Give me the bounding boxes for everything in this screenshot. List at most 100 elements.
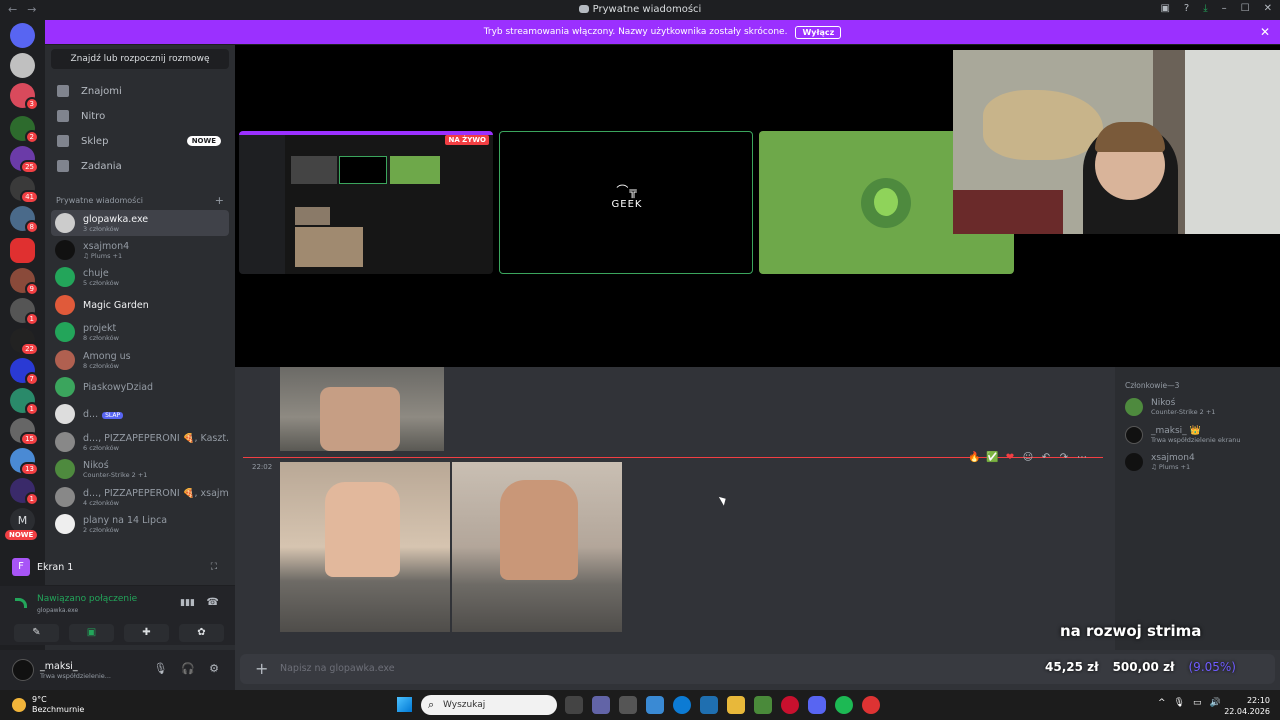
- disable-streamer-mode-button[interactable]: Wyłącz: [795, 25, 842, 39]
- opera-icon[interactable]: [781, 696, 799, 714]
- dm-item[interactable]: Nikoś Counter-Strike 2 +1: [51, 456, 229, 482]
- app-icon[interactable]: [646, 696, 664, 714]
- server-icon[interactable]: 25: [10, 146, 39, 174]
- windows-start-icon[interactable]: [397, 697, 412, 712]
- participant-tile[interactable]: ⌒╦ GEEK: [499, 131, 753, 274]
- soundboard-button[interactable]: ✿: [179, 624, 224, 642]
- discord-icon[interactable]: [808, 696, 826, 714]
- nav-friends[interactable]: Znajomi: [51, 80, 229, 102]
- help-icon[interactable]: ?: [1184, 3, 1189, 14]
- server-icon[interactable]: 41: [10, 176, 39, 204]
- network-icon[interactable]: ▭: [1193, 698, 1202, 708]
- maximize-button[interactable]: ☐: [1241, 3, 1250, 14]
- add-reaction-icon[interactable]: ☺: [1022, 452, 1034, 463]
- voice-status[interactable]: Nawiązano połączenie: [37, 594, 137, 604]
- message-image[interactable]: [280, 367, 444, 451]
- mic-tray-icon[interactable]: 🎙: [1174, 698, 1185, 708]
- camera-off-button[interactable]: ✎: [14, 624, 59, 642]
- activities-button[interactable]: ✚: [124, 624, 169, 642]
- create-dm-icon[interactable]: +: [215, 194, 224, 207]
- server-icon[interactable]: 1: [10, 478, 39, 506]
- task-view-icon[interactable]: [565, 696, 583, 714]
- sound-settings-icon[interactable]: ▮▮▮: [180, 598, 195, 608]
- server-icon[interactable]: 13: [10, 448, 39, 476]
- dm-item[interactable]: PiaskowyDziad: [51, 374, 229, 400]
- close-banner-icon[interactable]: ✕: [1260, 25, 1270, 39]
- dm-sub: 5 członków: [83, 278, 119, 287]
- fire-reaction-icon[interactable]: 🔥: [968, 452, 980, 463]
- screen-share-tile[interactable]: NA ŻYWO: [239, 131, 493, 274]
- app-icon[interactable]: [862, 696, 880, 714]
- heart-reaction-icon[interactable]: ❤: [1004, 452, 1016, 463]
- share-screen-button[interactable]: ▣: [69, 624, 114, 642]
- member-item[interactable]: Nikoś Counter-Strike 2 +1: [1125, 395, 1275, 419]
- dm-sub: 2 członków: [83, 525, 119, 534]
- settings-gear-icon[interactable]: ⚙: [209, 662, 219, 675]
- streamer-mode-banner: Tryb streamowania włączony. Nazwy użytko…: [45, 20, 1280, 44]
- server-icon[interactable]: 9: [10, 268, 39, 296]
- spotify-icon[interactable]: [835, 696, 853, 714]
- message-input[interactable]: Napisz na glopawka.exe: [280, 663, 395, 674]
- member-item[interactable]: xsajmon4 ♫ Plums +1: [1125, 450, 1275, 474]
- outlook-icon[interactable]: [700, 696, 718, 714]
- home-discord-icon[interactable]: [10, 23, 35, 48]
- disconnect-icon[interactable]: ☎: [207, 597, 219, 608]
- teams-icon[interactable]: [592, 696, 610, 714]
- server-icon[interactable]: [10, 238, 35, 263]
- more-icon[interactable]: ⋯: [1076, 452, 1088, 463]
- user-avatar[interactable]: [12, 659, 34, 681]
- minimize-button[interactable]: –: [1222, 3, 1227, 14]
- weather-widget[interactable]: 9°C Bezchmurnie: [12, 695, 84, 715]
- dm-item[interactable]: d... SLAP: [51, 401, 229, 427]
- attach-plus-icon[interactable]: +: [255, 659, 268, 678]
- server-icon[interactable]: 3: [10, 83, 39, 111]
- dm-item[interactable]: d..., PIZZAPEPERONI 🍕, xsajm... 4 członkó…: [51, 484, 229, 510]
- headset-icon[interactable]: 🎧: [181, 662, 195, 675]
- tray-expand-icon[interactable]: ^: [1158, 698, 1166, 708]
- nav-quests[interactable]: Zadania: [51, 155, 229, 177]
- server-icon[interactable]: [10, 53, 35, 78]
- app-icon[interactable]: [619, 696, 637, 714]
- close-window-button[interactable]: ✕: [1264, 3, 1272, 14]
- find-conversation-button[interactable]: Znajdź lub rozpocznij rozmowę: [51, 49, 229, 69]
- unread-badge: 9: [24, 282, 39, 296]
- dm-item[interactable]: xsajmon4 ♫ Plums +1: [51, 237, 229, 263]
- server-icon[interactable]: 2: [10, 116, 39, 144]
- volume-icon[interactable]: 🔊: [1210, 698, 1221, 708]
- dm-item[interactable]: d..., PIZZAPEPERONI 🍕, Kaszt... 6 członkó…: [51, 429, 229, 455]
- server-icon[interactable]: 8: [10, 206, 39, 234]
- dm-item[interactable]: chuje 5 członków: [51, 264, 229, 290]
- stream-preview-panel[interactable]: F Ekran 1 ⛶: [5, 555, 225, 579]
- server-icon[interactable]: 1: [10, 388, 39, 416]
- member-item[interactable]: _maksi_ 👑 Trwa współdzielenie ekranu: [1125, 423, 1275, 447]
- server-icon[interactable]: 7: [10, 358, 39, 386]
- popout-icon[interactable]: ⛶: [211, 562, 217, 572]
- message-actions: 🔥 ✅ ❤ ☺ ↶ ↷ ⋯: [968, 447, 1098, 467]
- nav-shop[interactable]: Sklep NOWE: [51, 130, 229, 152]
- dm-item[interactable]: plany na 14 Lipca 2 członków: [51, 511, 229, 537]
- clock[interactable]: 22:10 22.04.2026: [1224, 695, 1270, 717]
- dm-item[interactable]: Among us 8 członków: [51, 347, 229, 373]
- dm-item[interactable]: Magic Garden: [51, 292, 229, 318]
- inbox-icon[interactable]: ▣: [1160, 3, 1169, 14]
- server-icon[interactable]: 15: [10, 418, 39, 446]
- file-explorer-icon[interactable]: [727, 696, 745, 714]
- mic-icon[interactable]: 🎙: [153, 662, 167, 675]
- server-icon[interactable]: 1: [10, 298, 39, 326]
- forward-icon[interactable]: ↷: [1058, 452, 1070, 463]
- taskbar-search[interactable]: Wyszukaj: [421, 695, 557, 715]
- message-image[interactable]: [280, 462, 450, 632]
- edge-icon[interactable]: [673, 696, 691, 714]
- reply-icon[interactable]: ↶: [1040, 452, 1052, 463]
- check-reaction-icon[interactable]: ✅: [986, 452, 998, 463]
- message-image[interactable]: [452, 462, 622, 632]
- nav-nitro[interactable]: Nitro: [51, 105, 229, 127]
- minecraft-icon[interactable]: [754, 696, 772, 714]
- unread-badge: 1: [24, 492, 39, 506]
- dm-item[interactable]: projekt 8 członków: [51, 319, 229, 345]
- user-info[interactable]: _maksi_ Trwa współdzielenie...: [40, 661, 111, 680]
- signal-icon[interactable]: [15, 598, 27, 608]
- download-icon[interactable]: ⤓: [1203, 3, 1207, 14]
- dm-item[interactable]: glopawka.exe 3 członków: [51, 210, 229, 236]
- server-icon[interactable]: 22: [10, 328, 39, 356]
